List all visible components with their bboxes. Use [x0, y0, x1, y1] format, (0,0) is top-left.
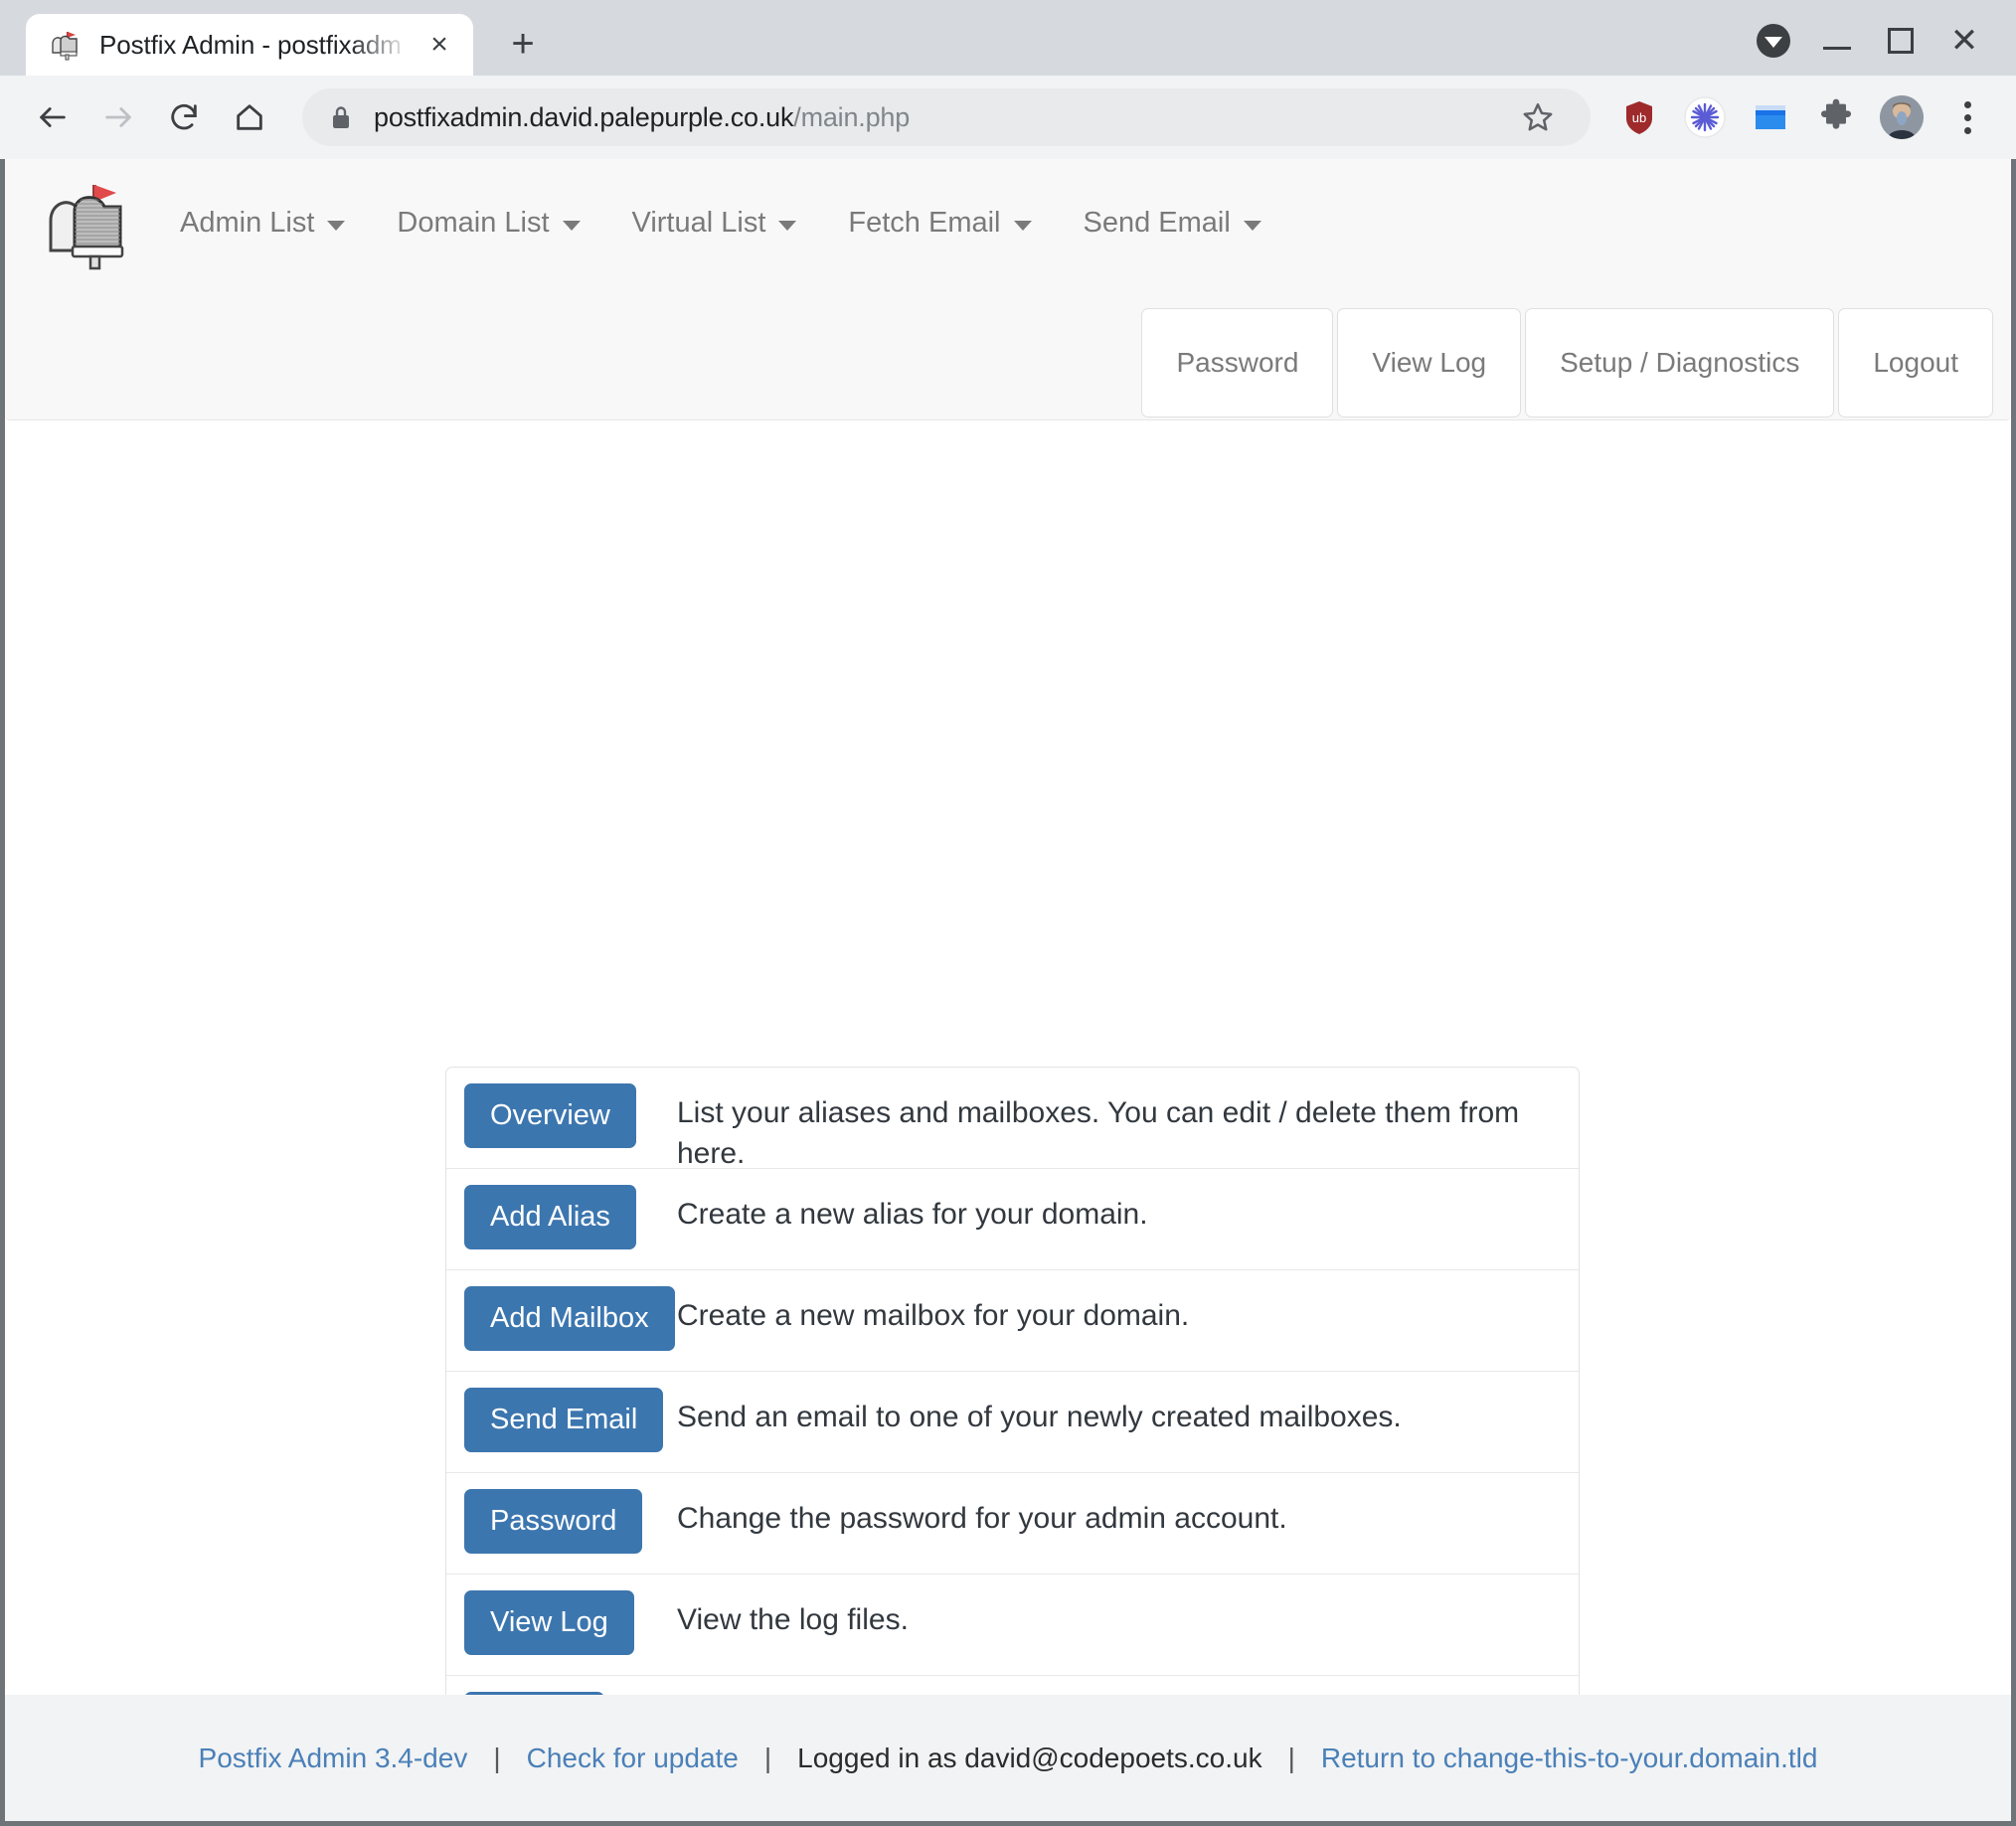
tab-title: Postfix Admin - postfixadm	[99, 29, 402, 60]
tab-search-icon[interactable]	[1742, 14, 1805, 68]
nav-item-label: Virtual List	[631, 206, 766, 239]
view-log-row-button[interactable]: View Log	[464, 1590, 634, 1655]
browser-tab[interactable]: Postfix Admin - postfixadm ×	[26, 14, 473, 76]
lock-icon	[330, 104, 352, 130]
version-link[interactable]: Postfix Admin 3.4-dev	[199, 1743, 468, 1774]
starburst-extension-icon[interactable]	[1674, 86, 1736, 148]
row-button-cell: Password	[446, 1473, 677, 1554]
row-button-cell: Add Mailbox	[446, 1270, 677, 1351]
table-row: View Log View the log files.	[446, 1575, 1579, 1676]
password-button[interactable]: Password	[1141, 308, 1334, 417]
table-row: Send Email Send an email to one of your …	[446, 1372, 1579, 1473]
send-email-button[interactable]: Send Email	[464, 1388, 664, 1452]
row-button-cell: View Log	[446, 1575, 677, 1655]
setup-diagnostics-button[interactable]: Setup / Diagnostics	[1525, 308, 1835, 417]
maximize-icon[interactable]	[1869, 14, 1932, 68]
url-host: postfixadmin.david.palepurple.co.uk	[374, 101, 794, 132]
nav-item-fetch-email[interactable]: Fetch Email	[822, 193, 1057, 253]
nav-item-label: Domain List	[397, 206, 550, 239]
table-row: Add Alias Create a new alias for your do…	[446, 1169, 1579, 1270]
puzzle-extensions-icon[interactable]	[1805, 86, 1867, 148]
row-description: Change the password for your admin accou…	[677, 1502, 1287, 1535]
footer-separator: |	[763, 1742, 772, 1773]
browser-window: Postfix Admin - postfixadm × + ✕ postfix…	[0, 0, 2016, 1826]
window-controls: ✕	[1742, 14, 1996, 68]
return-to-domain-link[interactable]: Return to change-this-to-your.domain.tld	[1321, 1743, 1818, 1774]
row-button-cell: Add Alias	[446, 1169, 677, 1249]
row-description: Logout from the system	[677, 1676, 1008, 1695]
forward-icon[interactable]	[87, 86, 149, 148]
ublock-origin-icon[interactable]: ub	[1608, 86, 1670, 148]
check-update-link[interactable]: Check for update	[527, 1743, 739, 1774]
row-description: Send an email to one of your newly creat…	[677, 1401, 1402, 1433]
bookmark-star-icon[interactable]	[1507, 88, 1569, 146]
back-icon[interactable]	[22, 86, 84, 148]
tab-close-icon[interactable]: ×	[420, 25, 459, 65]
nav-item-label: Admin List	[180, 206, 315, 239]
home-icon[interactable]	[219, 86, 280, 148]
header-action-buttons: Password View Log Setup / Diagnostics Lo…	[1137, 308, 1993, 417]
nav-item-admin-list[interactable]: Admin List	[154, 193, 371, 253]
url-path: /main.php	[793, 101, 911, 132]
row-description: Create a new mailbox for your domain.	[677, 1299, 1190, 1332]
minimize-icon[interactable]	[1805, 14, 1869, 68]
table-row: Logout Logout from the system	[446, 1676, 1579, 1695]
nav-item-domain-list[interactable]: Domain List	[371, 193, 605, 253]
browser-menu-icon[interactable]	[1936, 86, 1998, 148]
row-description: View the log files.	[677, 1603, 909, 1636]
browser-toolbar: postfixadmin.david.palepurple.co.uk/main…	[0, 76, 2016, 159]
overview-button[interactable]: Overview	[464, 1083, 636, 1148]
main-content: Overview List your aliases and mailboxes…	[5, 420, 2011, 1695]
main-nav: Admin List Domain List Virtual List Fetc…	[154, 193, 1287, 253]
view-log-button[interactable]: View Log	[1337, 308, 1522, 417]
site-footer: Postfix Admin 3.4-dev | Check for update…	[5, 1695, 2011, 1821]
nav-item-virtual-list[interactable]: Virtual List	[606, 193, 823, 253]
password-row-button[interactable]: Password	[464, 1489, 643, 1554]
chevron-down-icon	[1243, 220, 1261, 231]
add-alias-button[interactable]: Add Alias	[464, 1185, 636, 1249]
nav-item-label: Fetch Email	[848, 206, 1001, 239]
address-bar[interactable]: postfixadmin.david.palepurple.co.uk/main…	[302, 88, 1591, 146]
table-row: Password Change the password for your ad…	[446, 1473, 1579, 1575]
row-button-cell: Send Email	[446, 1372, 677, 1452]
footer-separator: |	[1287, 1742, 1295, 1773]
row-description: Create a new alias for your domain.	[677, 1198, 1148, 1231]
row-button-cell: Overview	[446, 1068, 677, 1148]
chevron-down-icon	[1013, 220, 1032, 231]
table-row: Add Mailbox Create a new mailbox for you…	[446, 1270, 1579, 1372]
nav-item-send-email[interactable]: Send Email	[1058, 193, 1287, 253]
page-viewport: Admin List Domain List Virtual List Fetc…	[0, 159, 2016, 1826]
tab-strip: Postfix Admin - postfixadm × + ✕	[0, 0, 2016, 76]
postfix-admin-mailbox-logo[interactable]	[37, 175, 132, 270]
row-button-cell: Logout	[446, 1676, 677, 1695]
table-row: Overview List your aliases and mailboxes…	[446, 1068, 1579, 1170]
add-mailbox-button[interactable]: Add Mailbox	[464, 1286, 675, 1351]
close-window-icon[interactable]: ✕	[1932, 14, 1996, 68]
url-text: postfixadmin.david.palepurple.co.uk/main…	[374, 102, 910, 133]
footer-separator: |	[493, 1742, 501, 1773]
logout-button[interactable]: Logout	[1838, 308, 1993, 417]
reload-icon[interactable]	[153, 86, 215, 148]
profile-avatar[interactable]	[1871, 86, 1932, 148]
logout-row-button[interactable]: Logout	[464, 1692, 604, 1695]
blue-window-extension-icon[interactable]	[1740, 86, 1801, 148]
actions-panel: Overview List your aliases and mailboxes…	[445, 1067, 1580, 1695]
chevron-down-icon	[562, 220, 581, 231]
mailbox-favicon	[48, 28, 82, 62]
nav-item-label: Send Email	[1083, 206, 1231, 239]
row-description: List your aliases and mailboxes. You can…	[677, 1096, 1520, 1170]
new-tab-button[interactable]: +	[493, 14, 553, 74]
site-header: Admin List Domain List Virtual List Fetc…	[5, 159, 2011, 420]
logged-in-as-text: Logged in as david@codepoets.co.uk	[797, 1742, 1262, 1773]
chevron-down-icon	[327, 220, 346, 231]
svg-text:ub: ub	[1632, 110, 1646, 125]
chevron-down-icon	[778, 220, 797, 231]
